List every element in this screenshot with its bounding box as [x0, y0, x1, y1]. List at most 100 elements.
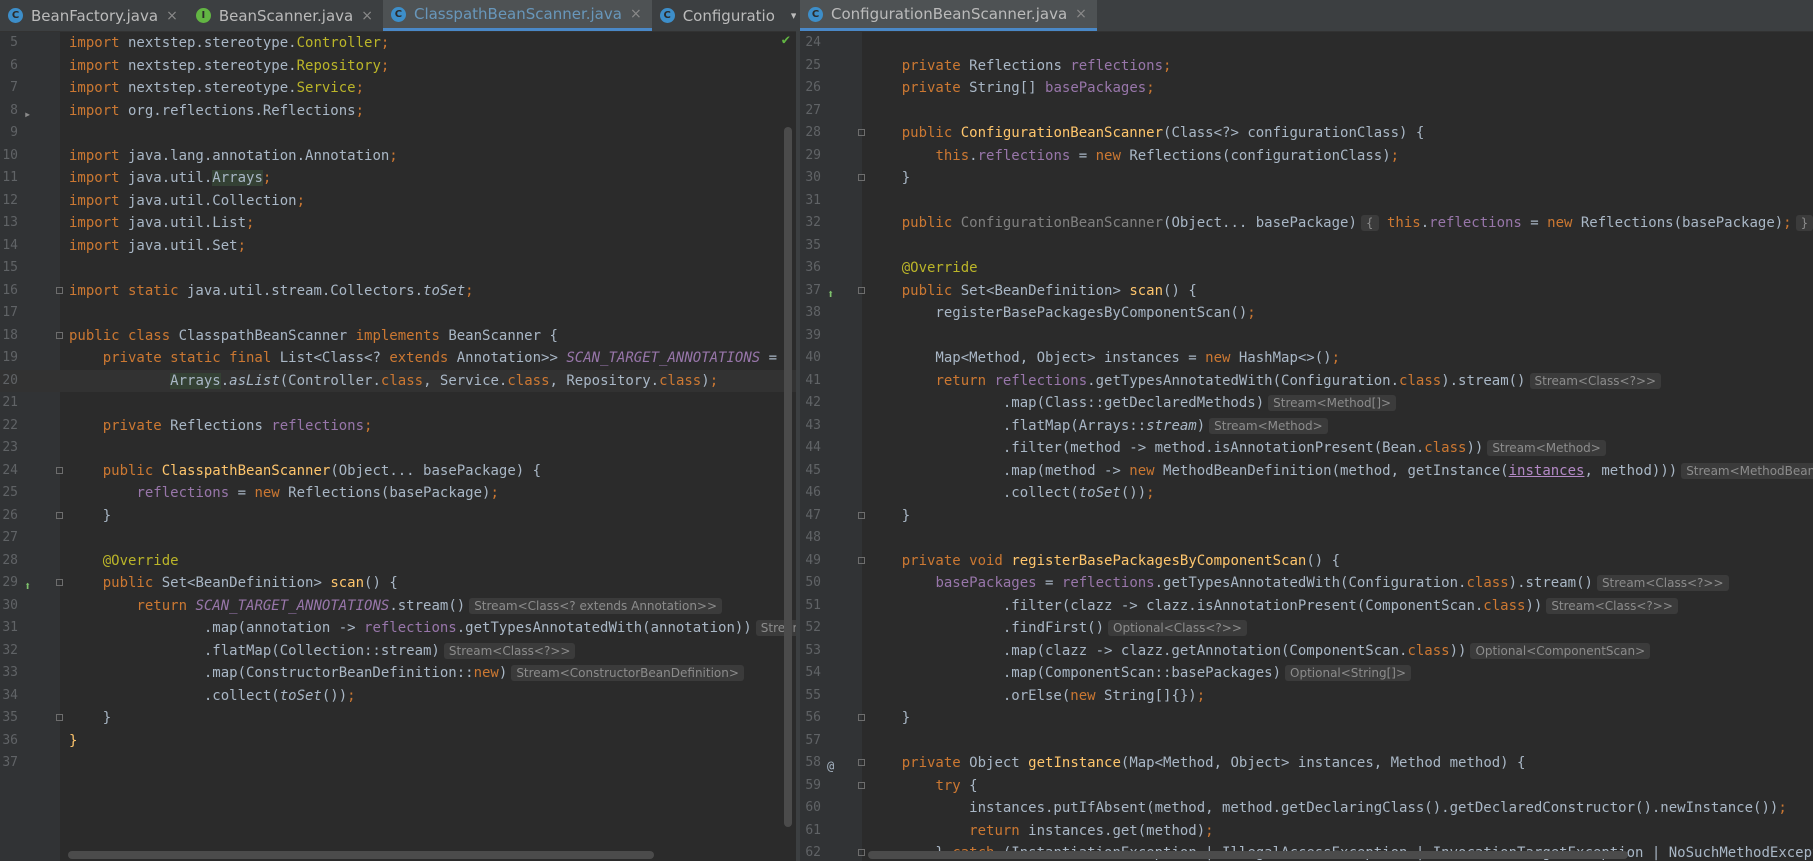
code-line[interactable]: 56 } — [800, 707, 1813, 730]
code-text[interactable]: return reflections.getTypesAnnotatedWith… — [868, 370, 1662, 393]
close-icon[interactable]: × — [630, 6, 642, 22]
code-line[interactable]: 28 public ConfigurationBeanScanner(Class… — [800, 122, 1813, 145]
code-text[interactable]: .map(Class::getDeclaredMethods) Stream<Me… — [868, 392, 1397, 415]
code-line[interactable]: 38 registerBasePackagesByComponentScan()… — [800, 302, 1813, 325]
code-text[interactable]: } — [868, 167, 910, 190]
left-code-area[interactable]: 5 import nextstep.stereotype.Controller; 6… — [0, 32, 796, 775]
code-line[interactable]: 13 import java.util.List; — [0, 212, 796, 235]
code-text[interactable]: return instances.get(method); — [868, 820, 1213, 843]
fold-toggle-icon[interactable] — [56, 286, 63, 294]
fold-toggle-icon[interactable] — [858, 714, 865, 721]
code-text[interactable]: .collect(toSet()); — [868, 482, 1155, 505]
code-text[interactable]: this.reflections = new Reflections(confi… — [868, 145, 1399, 168]
code-line[interactable]: 9 — [0, 122, 796, 145]
code-line[interactable]: 34 .collect(toSet()); — [0, 685, 796, 708]
code-text[interactable]: } — [69, 505, 111, 528]
fold-toggle-icon[interactable] — [56, 331, 63, 339]
code-line[interactable]: 40 Map<Method, Object> instances = new H… — [800, 347, 1813, 370]
code-text[interactable]: .flatMap(Arrays::stream) Stream<Method> — [868, 415, 1328, 438]
code-text[interactable]: import static java.util.stream.Collector… — [69, 280, 474, 303]
code-line[interactable]: 35 } — [0, 707, 796, 730]
code-line[interactable]: 58 @ private Object getInstance(Map<Metho… — [800, 752, 1813, 775]
code-text[interactable]: } — [868, 707, 910, 730]
code-text[interactable]: Arrays.asList(Controller.class, Service.… — [69, 370, 718, 393]
code-line[interactable]: 54 .map(ComponentScan::basePackages) Opti… — [800, 662, 1813, 685]
code-line[interactable]: 33 .map(ConstructorBeanDefinition::new) S… — [0, 662, 796, 685]
code-text[interactable]: return SCAN_TARGET_ANNOTATIONS.stream() S… — [69, 595, 723, 618]
code-line[interactable]: 24 public ClasspathBeanScanner(Object...… — [0, 460, 796, 483]
code-line[interactable]: 17 — [0, 302, 796, 325]
code-text[interactable]: import java.util.Collection; — [69, 190, 305, 213]
code-text[interactable]: private Reflections reflections; — [868, 55, 1172, 78]
code-text[interactable]: .collect(toSet()); — [69, 685, 356, 708]
code-text[interactable]: import nextstep.stereotype.Repository; — [69, 55, 389, 78]
code-line[interactable]: 37 ⬆ public Set<BeanDefinition> scan() { — [800, 280, 1813, 303]
code-line[interactable]: 53 .map(clazz -> clazz.getAnnotation(Com… — [800, 640, 1813, 663]
code-text[interactable]: .filter(method -> method.isAnnotationPre… — [868, 437, 1606, 460]
code-line[interactable]: 47 } — [800, 505, 1813, 528]
left-horizontal-scrollbar[interactable] — [68, 851, 654, 859]
code-text[interactable]: instances.putIfAbsent(method, method.get… — [868, 797, 1787, 820]
code-text[interactable]: private void registerBasePackagesByCompo… — [868, 550, 1340, 573]
tab-configurationbeanscanner-java[interactable]: C ConfigurationBeanScanner.java × — [800, 0, 1097, 31]
code-text[interactable]: private Reflections reflections; — [69, 415, 373, 438]
code-line[interactable]: 8 ▸ import org.reflections.Reflections; — [0, 100, 796, 123]
code-line[interactable]: 25 private Reflections reflections; — [800, 55, 1813, 78]
code-line[interactable]: 16 import static java.util.stream.Collect… — [0, 280, 796, 303]
code-text[interactable]: private static final List<Class<? extend… — [69, 347, 777, 370]
code-text[interactable]: private Object getInstance(Map<Method, O… — [868, 752, 1526, 775]
code-text[interactable]: .map(annotation -> reflections.getTypesA… — [69, 617, 796, 640]
code-line[interactable]: 49 private void registerBasePackagesByCo… — [800, 550, 1813, 573]
code-line[interactable]: 5 import nextstep.stereotype.Controller; — [0, 32, 796, 55]
code-text[interactable]: basePackages = reflections.getTypesAnnot… — [868, 572, 1729, 595]
fold-toggle-icon[interactable] — [858, 556, 865, 564]
code-line[interactable]: 31 — [800, 190, 1813, 213]
code-text[interactable]: import java.lang.annotation.Annotation; — [69, 145, 398, 168]
code-text[interactable]: public class ClasspathBeanScanner implem… — [69, 325, 558, 348]
code-text[interactable]: import org.reflections.Reflections; — [69, 100, 364, 123]
code-text[interactable]: } — [69, 730, 77, 753]
code-line[interactable]: 44 .filter(method -> method.isAnnotation… — [800, 437, 1813, 460]
code-text[interactable]: .flatMap(Collection::stream) Stream<Class… — [69, 640, 576, 663]
code-line[interactable]: 36 @Override — [800, 257, 1813, 280]
code-line[interactable]: 11 import java.util.Arrays; — [0, 167, 796, 190]
left-vertical-scrollbar[interactable] — [784, 127, 792, 827]
code-line[interactable]: 30 } — [800, 167, 1813, 190]
fold-toggle-icon[interactable] — [56, 579, 63, 586]
fold-toggle-icon[interactable] — [858, 286, 865, 294]
code-line[interactable]: 46 .collect(toSet()); — [800, 482, 1813, 505]
code-line[interactable]: 61 return instances.get(method); — [800, 820, 1813, 843]
code-line[interactable]: 55 .orElse(new String[]{}); — [800, 685, 1813, 708]
code-line[interactable]: 52 .findFirst() Optional<Class<?>> — [800, 617, 1813, 640]
code-line[interactable]: 39 — [800, 325, 1813, 348]
code-line[interactable]: 29 this.reflections = new Reflections(co… — [800, 145, 1813, 168]
code-line[interactable]: 37 — [0, 752, 796, 775]
code-line[interactable]: 27 — [0, 527, 796, 550]
code-text[interactable]: try { — [868, 775, 977, 798]
code-line[interactable]: 50 basePackages = reflections.getTypesAn… — [800, 572, 1813, 595]
code-text[interactable]: .map(clazz -> clazz.getAnnotation(Compon… — [868, 640, 1651, 663]
code-line[interactable]: 21 — [0, 392, 796, 415]
code-text[interactable]: Map<Method, Object> instances = new Hash… — [868, 347, 1340, 370]
code-line[interactable]: 48 — [800, 527, 1813, 550]
code-text[interactable]: public Set<BeanDefinition> scan() { — [868, 280, 1197, 303]
fold-toggle-icon[interactable] — [858, 781, 865, 789]
code-line[interactable]: 29 ⬆ public Set<BeanDefinition> scan() { — [0, 572, 796, 595]
code-line[interactable]: 7 import nextstep.stereotype.Service; — [0, 77, 796, 100]
close-icon[interactable]: × — [166, 8, 178, 24]
code-line[interactable]: 42 .map(Class::getDeclaredMethods) Stream… — [800, 392, 1813, 415]
code-line[interactable]: 10 import java.lang.annotation.Annotation… — [0, 145, 796, 168]
code-line[interactable]: 24 — [800, 32, 1813, 55]
tab-overflow-menu-icon[interactable]: ▾≡1 — [785, 0, 796, 31]
code-line[interactable]: 30 return SCAN_TARGET_ANNOTATIONS.stream… — [0, 595, 796, 618]
code-text[interactable]: reflections = new Reflections(basePackag… — [69, 482, 498, 505]
code-line[interactable]: 41 return reflections.getTypesAnnotatedW… — [800, 370, 1813, 393]
code-line[interactable]: 31 .map(annotation -> reflections.getTyp… — [0, 617, 796, 640]
code-text[interactable]: public Set<BeanDefinition> scan() { — [69, 572, 398, 595]
code-line[interactable]: 32 public ConfigurationBeanScanner(Objec… — [800, 212, 1813, 235]
code-line[interactable]: 25 reflections = new Reflections(basePac… — [0, 482, 796, 505]
fold-toggle-icon[interactable] — [858, 129, 865, 136]
right-code-area[interactable]: 24 25 private Reflections reflections; 26 … — [800, 32, 1813, 861]
tab-beanscanner-java[interactable]: I BeanScanner.java × — [188, 0, 383, 31]
code-line[interactable]: 15 — [0, 257, 796, 280]
